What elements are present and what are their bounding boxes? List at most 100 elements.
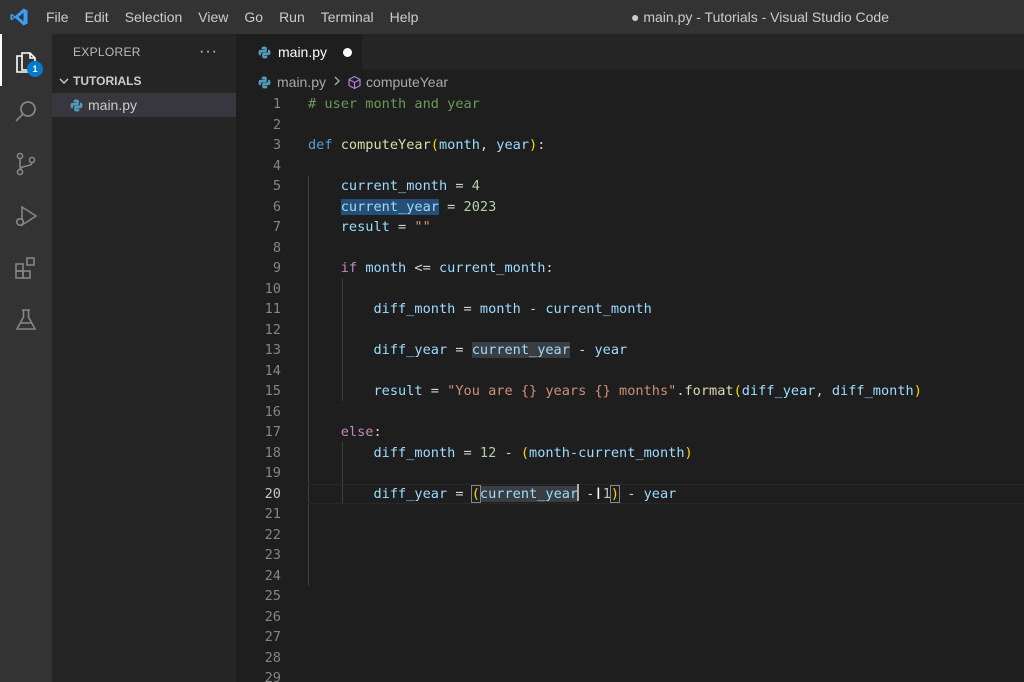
line-number: 28 (264, 649, 281, 666)
vscode-logo-icon (0, 0, 38, 34)
code-line-18: 18 diff_month = 12 - (month-current_mont… (236, 443, 1024, 464)
chevron-right-icon (333, 75, 341, 89)
param-year: year (496, 137, 530, 153)
explorer-badge: 1 (27, 61, 43, 77)
menu-view[interactable]: View (190, 0, 236, 34)
number-literal: 12 (479, 444, 497, 461)
python-file-icon (256, 74, 272, 90)
var-current-year-highlight: current_year (479, 485, 579, 502)
activity-bar: 1 (0, 34, 52, 682)
var-current-month: current_month (545, 301, 652, 317)
bracket-open: ( (470, 484, 481, 503)
line-number: 5 (272, 178, 281, 194)
line-number: 3 (272, 137, 281, 153)
var-year: year (643, 485, 677, 502)
operator: <= (414, 260, 431, 276)
file-item-main-py[interactable]: main.py (52, 93, 236, 117)
line-number: 17 (264, 424, 281, 440)
code-line-15: 15 result = "You are {} years {} months"… (236, 381, 1024, 402)
menu-selection[interactable]: Selection (117, 0, 191, 34)
explorer-sidebar: EXPLORER ··· TUTORIALS main.py (52, 34, 236, 682)
keyword-else: else (340, 424, 374, 440)
var-current-year-highlight: current_year (340, 198, 439, 215)
method-format: format (684, 383, 734, 399)
code-line-29: 29 (236, 668, 1024, 682)
breadcrumb-file[interactable]: main.py (277, 74, 326, 90)
code-line-22: 22 (236, 525, 1024, 546)
folder-section-tutorials[interactable]: TUTORIALS (52, 69, 236, 93)
code-line-3: 3 def computeYear(month, year): (236, 135, 1024, 156)
code-editor[interactable]: 1 # user month and year 2 3 def computeYea… (236, 94, 1024, 682)
code-line-19: 19 (236, 463, 1024, 484)
line-number: 29 (264, 670, 281, 682)
breadcrumb-symbol[interactable]: computeYear (366, 74, 448, 90)
code-line-10: 10 (236, 279, 1024, 300)
method-cube-icon (347, 74, 363, 90)
title-bar: File Edit Selection View Go Run Terminal… (0, 0, 1024, 34)
code-line-4: 4 (236, 156, 1024, 177)
extensions-icon[interactable] (0, 242, 52, 294)
var-month: month (365, 260, 407, 276)
menu-help[interactable]: Help (382, 0, 427, 34)
line-number: 18 (264, 444, 281, 461)
number-literal: 1 (602, 485, 611, 502)
search-icon[interactable] (0, 86, 52, 138)
folder-name: TUTORIALS (73, 74, 142, 88)
string-literal: "You are {} years {} months" (447, 383, 677, 399)
code-line-13: 13 diff_year = current_year - year (236, 340, 1024, 361)
files-icon[interactable]: 1 (0, 34, 52, 86)
code-line-8: 8 (236, 238, 1024, 259)
line-number: 1 (272, 96, 281, 112)
line-number: 14 (264, 362, 281, 379)
var-result: result (340, 219, 390, 235)
line-number: 12 (264, 321, 281, 338)
line-number: 7 (272, 219, 281, 235)
line-number: 16 (264, 403, 281, 420)
bracket-close: ) (609, 484, 621, 503)
code-line-6: 6 current_year = 2023 (236, 197, 1024, 218)
var-diff-year: diff_year (373, 342, 448, 358)
file-name: main.py (88, 97, 138, 113)
tab-main-py[interactable]: main.py (236, 34, 362, 70)
keyword-if: if (340, 260, 358, 276)
var-month: month (479, 301, 521, 317)
line-number: 23 (264, 547, 281, 563)
window-title: ● main.py - Tutorials - Visual Studio Co… (631, 9, 889, 25)
line-number: 2 (272, 116, 281, 133)
source-control-icon[interactable] (0, 138, 52, 190)
line-number: 25 (264, 588, 281, 604)
line-number: 4 (272, 157, 281, 174)
testing-icon[interactable] (0, 294, 52, 346)
menu-bar: File Edit Selection View Go Run Terminal… (38, 0, 426, 34)
editor-tabs: main.py (236, 34, 1024, 70)
menu-edit[interactable]: Edit (77, 0, 117, 34)
line-number: 20 (264, 485, 281, 502)
chevron-down-icon (58, 75, 72, 87)
var-current-month: current_month (340, 178, 448, 194)
line-number: 21 (264, 506, 281, 522)
var-diff-month: diff_month (373, 444, 456, 461)
line-number: 26 (264, 608, 281, 625)
var-diff-year: diff_year (741, 383, 816, 399)
unsaved-dot-icon[interactable] (343, 48, 352, 57)
code-line-21: 21 (236, 504, 1024, 525)
code-line-26: 26 (236, 607, 1024, 628)
var-year: year (594, 342, 628, 358)
code-line-14: 14 (236, 361, 1024, 382)
var-current-year-highlight: current_year (471, 342, 570, 358)
menu-go[interactable]: Go (236, 0, 271, 34)
line-number: 24 (264, 567, 281, 584)
var-diff-year: diff_year (373, 485, 448, 502)
run-debug-icon[interactable] (0, 190, 52, 242)
menu-run[interactable]: Run (271, 0, 313, 34)
line-number: 15 (264, 383, 281, 399)
var-diff-month: diff_month (373, 301, 456, 317)
code-line-2: 2 (236, 115, 1024, 136)
line-number: 9 (272, 260, 281, 276)
string-literal: "" (414, 219, 431, 235)
menu-terminal[interactable]: Terminal (313, 0, 382, 34)
menu-file[interactable]: File (38, 0, 77, 34)
more-actions-icon[interactable]: ··· (199, 43, 218, 59)
function-name: computeYear (340, 137, 431, 153)
line-number: 19 (264, 465, 281, 481)
